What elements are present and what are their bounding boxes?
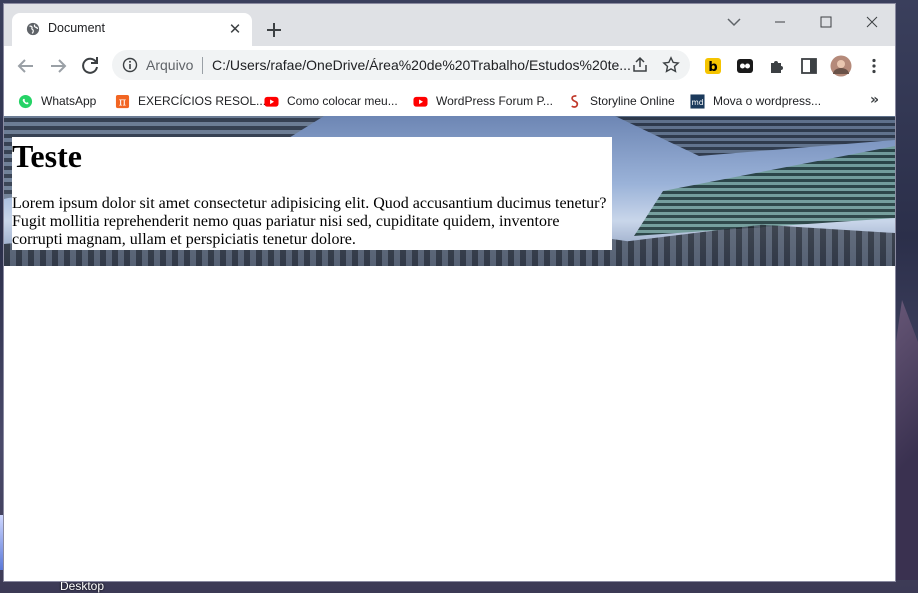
minimize-icon[interactable] [766,12,794,32]
address-separator [202,57,203,74]
bookmarks-bar: WhatsApp π EXERCÍCIOS RESOL... Como colo… [4,86,895,117]
close-tab-icon[interactable]: ✕ [226,20,244,38]
bookmark-whatsapp[interactable]: WhatsApp [18,92,96,110]
address-bar[interactable]: Arquivo C:/Users/rafae/OneDrive/Área%20d… [112,50,690,80]
share-icon[interactable] [631,56,649,74]
bookmark-label: Mova o wordpress... [713,94,822,108]
address-scheme-label: Arquivo [146,57,194,73]
whatsapp-icon [18,94,33,108]
page-paragraph: Lorem ipsum dolor sit amet consectetur a… [12,195,607,248]
bookmark-star-icon[interactable] [662,56,680,74]
svg-text:π: π [119,95,126,108]
bookmarks-overflow-chevron-icon[interactable]: » [870,92,879,108]
address-url[interactable]: C:/Users/rafae/OneDrive/Área%20de%20Trab… [212,57,632,73]
bookmark-como-colocar[interactable]: Como colocar meu... [264,92,398,110]
extensions-puzzle-icon[interactable] [767,56,787,76]
forward-arrow-icon[interactable] [46,54,70,78]
profile-avatar[interactable] [830,55,852,77]
bookmark-label: Como colocar meu... [287,94,398,108]
extension-b-icon[interactable]: b [703,56,723,76]
new-tab-plus-icon[interactable] [262,18,286,42]
bookmark-wordpress-forum[interactable]: WordPress Forum P... [413,92,553,110]
close-window-icon[interactable] [858,12,886,32]
svg-text:b: b [708,60,717,75]
maximize-icon[interactable] [812,12,840,32]
storyline-icon [571,94,579,108]
browser-toolbar: Arquivo C:/Users/rafae/OneDrive/Área%20d… [4,46,895,86]
bookmark-label: EXERCÍCIOS RESOL... [138,94,267,108]
bookmark-exercicios[interactable]: π EXERCÍCIOS RESOL... [115,92,266,110]
side-panel-icon[interactable] [799,56,819,76]
pi-icon: π [115,94,130,108]
youtube-icon [264,96,279,107]
desktop-icon-label[interactable]: Desktop [60,579,104,593]
globe-icon [26,22,40,36]
page-heading: Teste [12,138,82,174]
content-box: Teste Lorem ipsum dolor sit amet consect… [12,137,612,250]
hero-banner-image: Teste Lorem ipsum dolor sit amet consect… [4,116,895,266]
title-bar: Document ✕ [4,4,895,46]
tab-document[interactable]: Document ✕ [12,13,252,46]
bookmark-storyline-online[interactable]: Storyline Online [567,92,675,110]
md-icon: md [690,93,705,109]
building-top-right-decoration [615,116,895,156]
browser-window: Document ✕ Arquivo C:/Users/rafae/OneDri… [4,4,895,581]
building-right-decoration [634,146,895,236]
bookmark-label: WhatsApp [41,94,97,108]
bookmark-label: WordPress Forum P... [436,94,553,108]
bookmark-label: Storyline Online [590,94,675,108]
svg-text:md: md [691,97,703,106]
info-icon[interactable] [122,57,138,73]
menu-kebab-icon[interactable] [864,56,884,76]
tab-title: Document [48,21,105,35]
reload-icon[interactable] [78,54,102,78]
back-arrow-icon[interactable] [14,54,38,78]
bookmark-mova-wordpress[interactable]: md Mova o wordpress... [690,92,821,110]
extension-dots-icon[interactable] [735,56,755,76]
page-viewport: Teste Lorem ipsum dolor sit amet consect… [4,116,895,581]
tab-search-chevron-icon[interactable] [720,12,748,32]
youtube-icon [413,96,428,107]
